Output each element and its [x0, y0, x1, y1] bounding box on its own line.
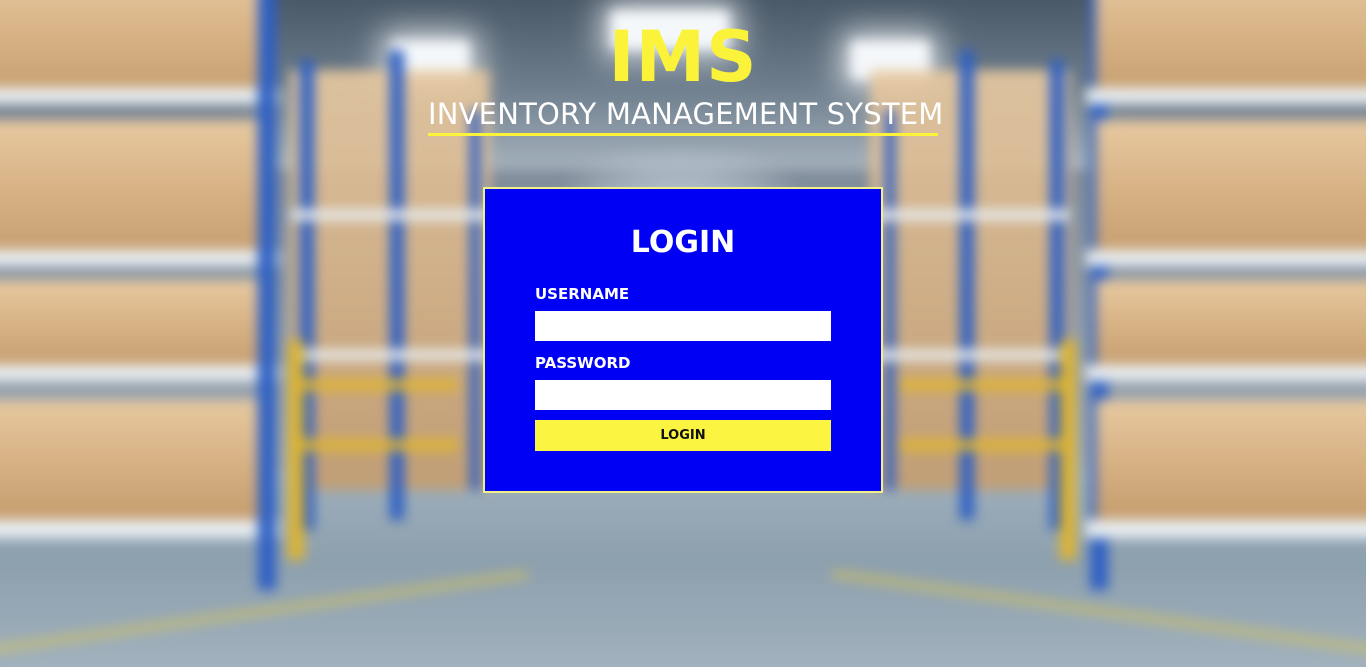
rack-beam	[0, 520, 280, 538]
rack-beam	[290, 210, 490, 220]
password-input[interactable]	[535, 380, 831, 410]
login-panel: LOGIN USERNAME PASSWORD LOGIN	[483, 187, 883, 493]
rack-bay	[1096, 120, 1366, 260]
rack-bay	[0, 120, 270, 260]
yellow-guard-post	[1060, 340, 1076, 560]
rack-beam	[870, 210, 1070, 220]
yellow-guard-rail	[900, 440, 1070, 450]
password-label: PASSWORD	[535, 354, 631, 372]
yellow-guard-rail	[288, 440, 458, 450]
rack-upright	[470, 110, 480, 490]
rack-bay	[1096, 400, 1366, 520]
yellow-guard-rail	[900, 380, 1070, 390]
subtitle-underline	[428, 133, 938, 136]
username-input[interactable]	[535, 311, 831, 341]
login-button[interactable]: LOGIN	[535, 420, 831, 451]
rack-beam	[0, 365, 280, 381]
rack-beam	[1086, 520, 1366, 538]
yellow-guard-rail	[288, 380, 458, 390]
rack-beam	[1086, 250, 1366, 266]
rack-beam	[1086, 365, 1366, 381]
rack-bay	[1096, 280, 1366, 370]
rack-beam	[290, 350, 490, 360]
rack-beam	[870, 350, 1070, 360]
app-subtitle: INVENTORY MANAGEMENT SYSTEM	[428, 97, 944, 131]
rack-beam	[0, 250, 280, 266]
yellow-guard-post	[288, 340, 304, 560]
rack-bay	[0, 400, 270, 520]
rack-bay	[0, 280, 270, 370]
app-brand-title: IMS	[608, 16, 758, 98]
username-label: USERNAME	[535, 285, 630, 303]
rack-upright	[885, 110, 895, 490]
login-heading: LOGIN	[630, 225, 736, 260]
